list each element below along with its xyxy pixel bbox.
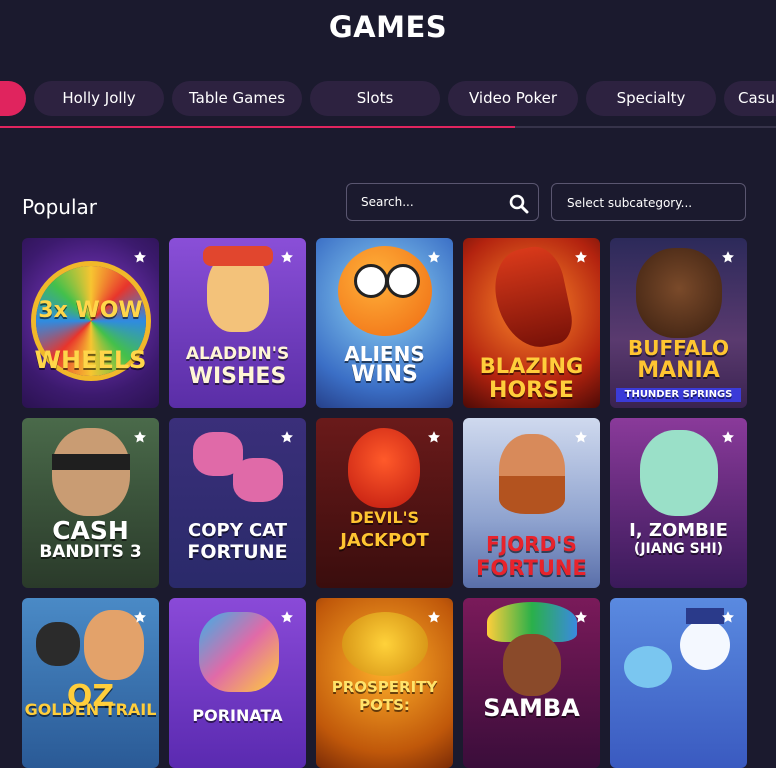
star-icon[interactable] bbox=[133, 610, 147, 624]
game-art bbox=[636, 248, 722, 338]
tab-casual[interactable]: Casual bbox=[724, 81, 776, 116]
game-title: I, ZOMBIE bbox=[629, 520, 728, 541]
game-card-i-zombie[interactable]: I, ZOMBIE (JIANG SHI) bbox=[610, 418, 747, 588]
game-card-wow-wheels[interactable]: 3x WOW WHEELS bbox=[22, 238, 159, 408]
star-icon[interactable] bbox=[721, 610, 735, 624]
game-art bbox=[203, 246, 273, 266]
star-icon[interactable] bbox=[280, 430, 294, 444]
game-title: DEVIL'S bbox=[349, 508, 420, 527]
game-title: PROSPERITY bbox=[331, 678, 438, 696]
section-title: Popular bbox=[22, 195, 97, 219]
star-icon[interactable] bbox=[133, 430, 147, 444]
game-art bbox=[680, 620, 730, 670]
game-title: POTS: bbox=[359, 696, 410, 714]
star-icon[interactable] bbox=[427, 250, 441, 264]
star-icon[interactable] bbox=[574, 430, 588, 444]
game-card-oz-golden-trail[interactable]: OZ GOLDEN TRAIL bbox=[22, 598, 159, 768]
page-title: GAMES bbox=[328, 10, 448, 44]
game-art bbox=[354, 264, 388, 298]
category-tabs: Holly Jolly Table Games Slots Video Poke… bbox=[0, 81, 776, 117]
star-icon[interactable] bbox=[427, 430, 441, 444]
game-card-snowman[interactable] bbox=[610, 598, 747, 768]
star-icon[interactable] bbox=[280, 610, 294, 624]
star-icon[interactable] bbox=[721, 430, 735, 444]
game-title: CASH bbox=[52, 516, 129, 545]
game-card-copy-cat-fortune[interactable]: COPY CAT FORTUNE bbox=[169, 418, 306, 588]
game-title: PORINATA bbox=[192, 706, 283, 725]
game-art bbox=[640, 430, 718, 516]
game-art bbox=[624, 646, 672, 688]
game-art bbox=[348, 428, 420, 508]
game-card-aliens-wins[interactable]: ALIENS WINS bbox=[316, 238, 453, 408]
game-art bbox=[52, 428, 130, 516]
game-title: COPY CAT bbox=[187, 520, 288, 541]
star-icon[interactable] bbox=[721, 250, 735, 264]
star-icon[interactable] bbox=[574, 610, 588, 624]
game-art bbox=[36, 622, 80, 666]
game-title: GOLDEN TRAIL bbox=[24, 700, 157, 719]
game-art bbox=[487, 241, 577, 355]
game-title: WHEELS bbox=[34, 346, 147, 374]
game-title: FORTUNE bbox=[476, 556, 587, 580]
game-art bbox=[503, 634, 561, 696]
game-art bbox=[499, 476, 565, 514]
tab-scroll-progress bbox=[0, 126, 515, 128]
game-card-devils-jackpot[interactable]: DEVIL'S JACKPOT bbox=[316, 418, 453, 588]
star-icon[interactable] bbox=[427, 610, 441, 624]
game-title: (JIANG SHI) bbox=[633, 541, 724, 557]
game-card-porinata[interactable]: PORINATA bbox=[169, 598, 306, 768]
game-title: THUNDER SPRINGS bbox=[616, 388, 741, 402]
game-title: ALIENS bbox=[344, 342, 425, 366]
game-title: BLAZING bbox=[479, 354, 584, 378]
game-title: WISHES bbox=[188, 364, 287, 389]
subcategory-select[interactable]: Select subcategory... bbox=[551, 183, 746, 221]
search-box bbox=[346, 183, 539, 221]
game-art bbox=[386, 264, 420, 298]
game-title: FJORD'S bbox=[486, 532, 577, 556]
star-icon[interactable] bbox=[133, 250, 147, 264]
game-title: WINS bbox=[351, 362, 418, 387]
game-grid: 3x WOW WHEELS ALADDIN'S WISHES ALIENS WI… bbox=[22, 238, 752, 768]
game-title: BUFFALO bbox=[627, 336, 730, 360]
game-title: HORSE bbox=[489, 378, 574, 403]
game-card-cash-bandits-3[interactable]: CASH BANDITS 3 bbox=[22, 418, 159, 588]
game-art bbox=[233, 458, 283, 502]
game-art bbox=[686, 608, 724, 624]
star-icon[interactable] bbox=[280, 250, 294, 264]
game-card-blazing-horse[interactable]: BLAZING HORSE bbox=[463, 238, 600, 408]
game-title: MANIA bbox=[637, 358, 720, 383]
game-card-fjords-fortune[interactable]: FJORD'S FORTUNE bbox=[463, 418, 600, 588]
game-title: SAMBA bbox=[483, 694, 580, 722]
game-card-aladdins-wishes[interactable]: ALADDIN'S WISHES bbox=[169, 238, 306, 408]
game-card-buffalo-mania[interactable]: BUFFALO MANIA THUNDER SPRINGS bbox=[610, 238, 747, 408]
game-art bbox=[342, 612, 428, 676]
game-title: BANDITS 3 bbox=[39, 542, 142, 562]
game-card-prosperity-pots[interactable]: PROSPERITY POTS: bbox=[316, 598, 453, 768]
game-title: JACKPOT bbox=[340, 530, 429, 551]
search-icon[interactable] bbox=[509, 194, 529, 214]
game-title: 3x WOW bbox=[38, 298, 143, 323]
game-title: ALADDIN'S bbox=[185, 344, 290, 364]
tab-holly-jolly[interactable]: Holly Jolly bbox=[34, 81, 164, 116]
tab-slots[interactable]: Slots bbox=[310, 81, 440, 116]
tab-table-games[interactable]: Table Games bbox=[172, 81, 302, 116]
game-art bbox=[52, 454, 130, 470]
tab-active[interactable] bbox=[0, 81, 26, 116]
search-input[interactable] bbox=[361, 193, 501, 211]
star-icon[interactable] bbox=[574, 250, 588, 264]
tab-specialty[interactable]: Specialty bbox=[586, 81, 716, 116]
tab-video-poker[interactable]: Video Poker bbox=[448, 81, 578, 116]
game-card-samba[interactable]: SAMBA bbox=[463, 598, 600, 768]
game-art bbox=[338, 246, 432, 336]
game-title: FORTUNE bbox=[187, 541, 288, 563]
game-art bbox=[199, 612, 279, 692]
